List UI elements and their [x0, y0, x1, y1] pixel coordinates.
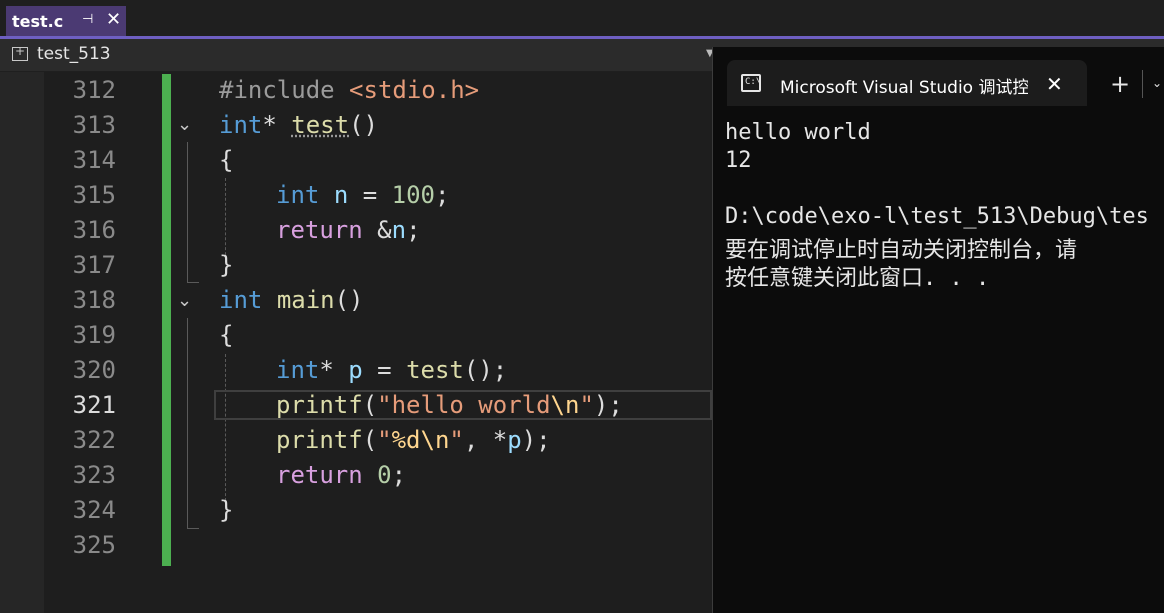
outline-guide-end: [187, 282, 199, 283]
assign-operator: =: [362, 356, 407, 384]
line-number: 320: [72, 356, 116, 384]
fold-collapse-icon[interactable]: ⌄: [177, 114, 192, 135]
variable: n: [391, 216, 407, 244]
parens: (): [349, 111, 378, 139]
console-output-line: hello world: [725, 120, 871, 145]
string-end: ": [579, 391, 594, 419]
address-operator: &: [362, 216, 392, 244]
close-icon[interactable]: ✕: [106, 9, 121, 30]
variable: p: [348, 356, 363, 384]
line-number-current: 321: [72, 391, 116, 419]
code-line-315: int n = 100;: [276, 181, 449, 209]
escape-sequence: \n: [420, 426, 450, 454]
code-line-317: }: [219, 251, 234, 279]
tab-separator: [1142, 70, 1143, 98]
function-call: printf: [276, 391, 363, 419]
line-number: 312: [72, 76, 116, 104]
line-number: 318: [72, 286, 116, 314]
pointer-symbol: *: [262, 111, 277, 139]
code-line-322: printf("%d\n", *p);: [276, 426, 551, 454]
code-line-312: #include <stdio.h>: [219, 76, 479, 104]
change-indicator-bar: [162, 74, 171, 566]
string-literal: "hello world: [377, 391, 551, 419]
semicolon: ;: [434, 181, 450, 209]
assign-operator: =: [348, 181, 392, 209]
semicolon: ;: [406, 216, 421, 244]
code-line-323: return 0;: [276, 461, 406, 489]
string-start: ": [377, 426, 392, 454]
code-line-313: int* test(): [219, 111, 378, 139]
argument-separator: , *: [463, 426, 508, 454]
line-number: 316: [72, 216, 116, 244]
line-number: 319: [72, 321, 116, 349]
code-line-316: return &n;: [276, 216, 421, 244]
outline-guide-end: [187, 528, 199, 529]
preprocessor-directive: #include: [219, 76, 335, 104]
tab-bar: [0, 0, 1164, 38]
pointer-symbol: *: [319, 356, 334, 384]
line-number: 315: [72, 181, 116, 209]
close-icon[interactable]: ✕: [1046, 72, 1063, 96]
string-end: ": [449, 426, 464, 454]
line-number: 317: [72, 251, 116, 279]
terminal-icon: C:\: [741, 74, 761, 92]
line-number: 322: [72, 426, 116, 454]
type-keyword: int: [276, 356, 320, 384]
line-number: 323: [72, 461, 116, 489]
project-icon: [12, 44, 28, 61]
console-output-line: D:\code\exo-l\test_513\Debug\tes: [725, 204, 1149, 229]
parens: (): [334, 286, 364, 314]
code-line-320: int* p = test();: [276, 356, 507, 384]
close-paren: );: [521, 426, 551, 454]
code-line-319: {: [219, 321, 234, 349]
project-dropdown[interactable]: test_513: [37, 44, 111, 64]
escape-sequence: \n: [550, 391, 580, 419]
line-number: 325: [72, 531, 116, 559]
fold-collapse-icon[interactable]: ⌄: [177, 290, 192, 311]
number-literal: 0: [377, 461, 392, 489]
tab-test-c[interactable]: test.c ⊣ ✕: [6, 6, 126, 36]
open-paren: (: [362, 391, 378, 419]
pin-icon[interactable]: ⊣: [82, 12, 93, 27]
line-number: 313: [72, 111, 116, 139]
outline-guide: [187, 318, 188, 528]
format-specifier: %d: [391, 426, 421, 454]
variable: p: [507, 426, 522, 454]
console-output-line: 12: [725, 148, 752, 173]
function-call: test: [406, 356, 464, 384]
indent-guide: [225, 354, 226, 506]
type-keyword: int: [276, 181, 320, 209]
return-keyword: return: [276, 216, 363, 244]
code-line-314: {: [219, 146, 234, 174]
editor-margin: [0, 72, 44, 613]
new-tab-button[interactable]: +: [1110, 70, 1130, 98]
chevron-down-icon[interactable]: ⌄: [1152, 76, 1162, 90]
open-paren: (: [362, 426, 378, 454]
tab-label: test.c: [12, 11, 64, 31]
close-paren: );: [593, 391, 623, 419]
function-call: printf: [276, 426, 363, 454]
call-rest: ();: [463, 356, 508, 384]
variable: n: [333, 181, 349, 209]
number-literal: 100: [391, 181, 435, 209]
line-number: 314: [72, 146, 116, 174]
type-keyword: int: [219, 286, 263, 314]
console-output-line: 按任意键关闭此窗口. . .: [725, 266, 990, 291]
include-header: <stdio.h>: [349, 76, 480, 104]
console-tab-title: Microsoft Visual Studio 调试控: [780, 78, 1028, 98]
line-number: 324: [72, 496, 116, 524]
code-line-321: printf("hello world\n");: [276, 391, 623, 419]
code-line-318: int main(): [219, 286, 364, 314]
type-keyword: int: [219, 111, 263, 139]
function-name: test: [291, 111, 350, 139]
code-line-324: }: [219, 496, 234, 524]
outline-guide: [187, 142, 188, 282]
function-name: main: [276, 286, 335, 314]
semicolon: ;: [391, 461, 407, 489]
return-keyword: return: [276, 461, 363, 489]
indent-guide: [225, 178, 226, 260]
